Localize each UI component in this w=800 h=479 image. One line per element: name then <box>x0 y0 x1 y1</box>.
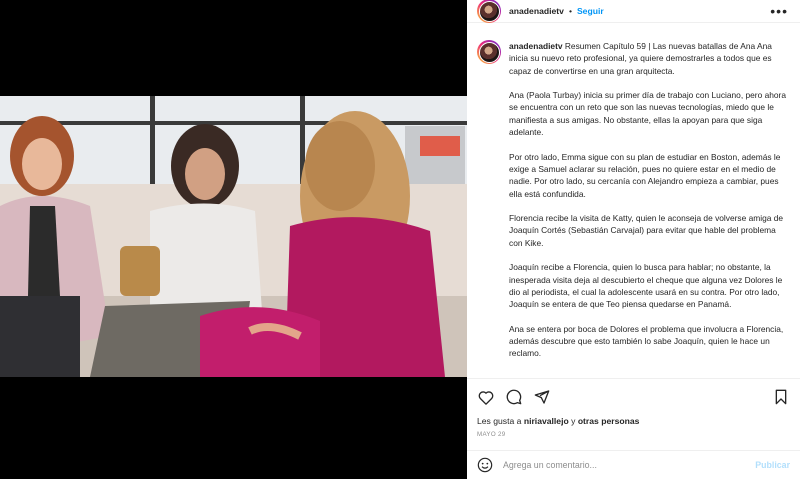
caption-paragraph: Ana se entera por boca de Dolores el pro… <box>509 323 784 359</box>
comment-icon[interactable] <box>505 388 523 406</box>
post-media <box>0 0 467 479</box>
comment-input[interactable] <box>503 460 756 470</box>
separator-dot: • <box>568 6 572 16</box>
smiley-icon[interactable] <box>477 457 493 473</box>
more-horizontal-icon[interactable]: ••• <box>770 3 788 19</box>
post-photo-illustration <box>0 96 467 377</box>
share-icon[interactable] <box>533 388 551 406</box>
post-side-panel: anadenadietv • Seguir ••• anadenadietv R… <box>467 0 800 479</box>
caption-text: anadenadietv Resumen Capítulo 59 | Las n… <box>509 40 786 372</box>
caption-area: anadenadietv Resumen Capítulo 59 | Las n… <box>467 24 800 379</box>
heart-icon[interactable] <box>477 388 495 406</box>
likes-others-link[interactable]: otras personas <box>578 416 640 426</box>
post-header: anadenadietv • Seguir ••• <box>467 0 800 23</box>
caption-paragraph: Ana (Paola Turbay) inicia su primer día … <box>509 90 786 138</box>
post-username[interactable]: anadenadietv <box>509 6 564 16</box>
likes-summary: Les gusta a niriavallejo y otras persona… <box>477 416 639 426</box>
likes-prefix: Les gusta a <box>477 416 522 426</box>
post-date: MAYO 29 <box>477 431 506 438</box>
post-comment-button[interactable]: Publicar <box>755 460 790 470</box>
caption-paragraph: Florencia recibe la visita de Katty, qui… <box>509 213 784 248</box>
follow-button[interactable]: Seguir <box>577 6 604 16</box>
caption-avatar[interactable] <box>477 40 501 64</box>
comment-bar: Publicar <box>467 450 800 479</box>
likes-user-link[interactable]: niriavallejo <box>524 416 569 426</box>
bookmark-icon[interactable] <box>772 388 790 406</box>
caption-username[interactable]: anadenadietv <box>509 41 563 51</box>
action-bar <box>467 386 800 408</box>
likes-joiner: y <box>571 416 576 426</box>
caption-paragraph: Por otro lado, Emma sigue con su plan de… <box>509 151 781 199</box>
post-image[interactable] <box>0 96 467 377</box>
avatar[interactable] <box>477 0 501 23</box>
caption-paragraph: Joaquín recibe a Florencia, quien lo bus… <box>509 262 783 310</box>
